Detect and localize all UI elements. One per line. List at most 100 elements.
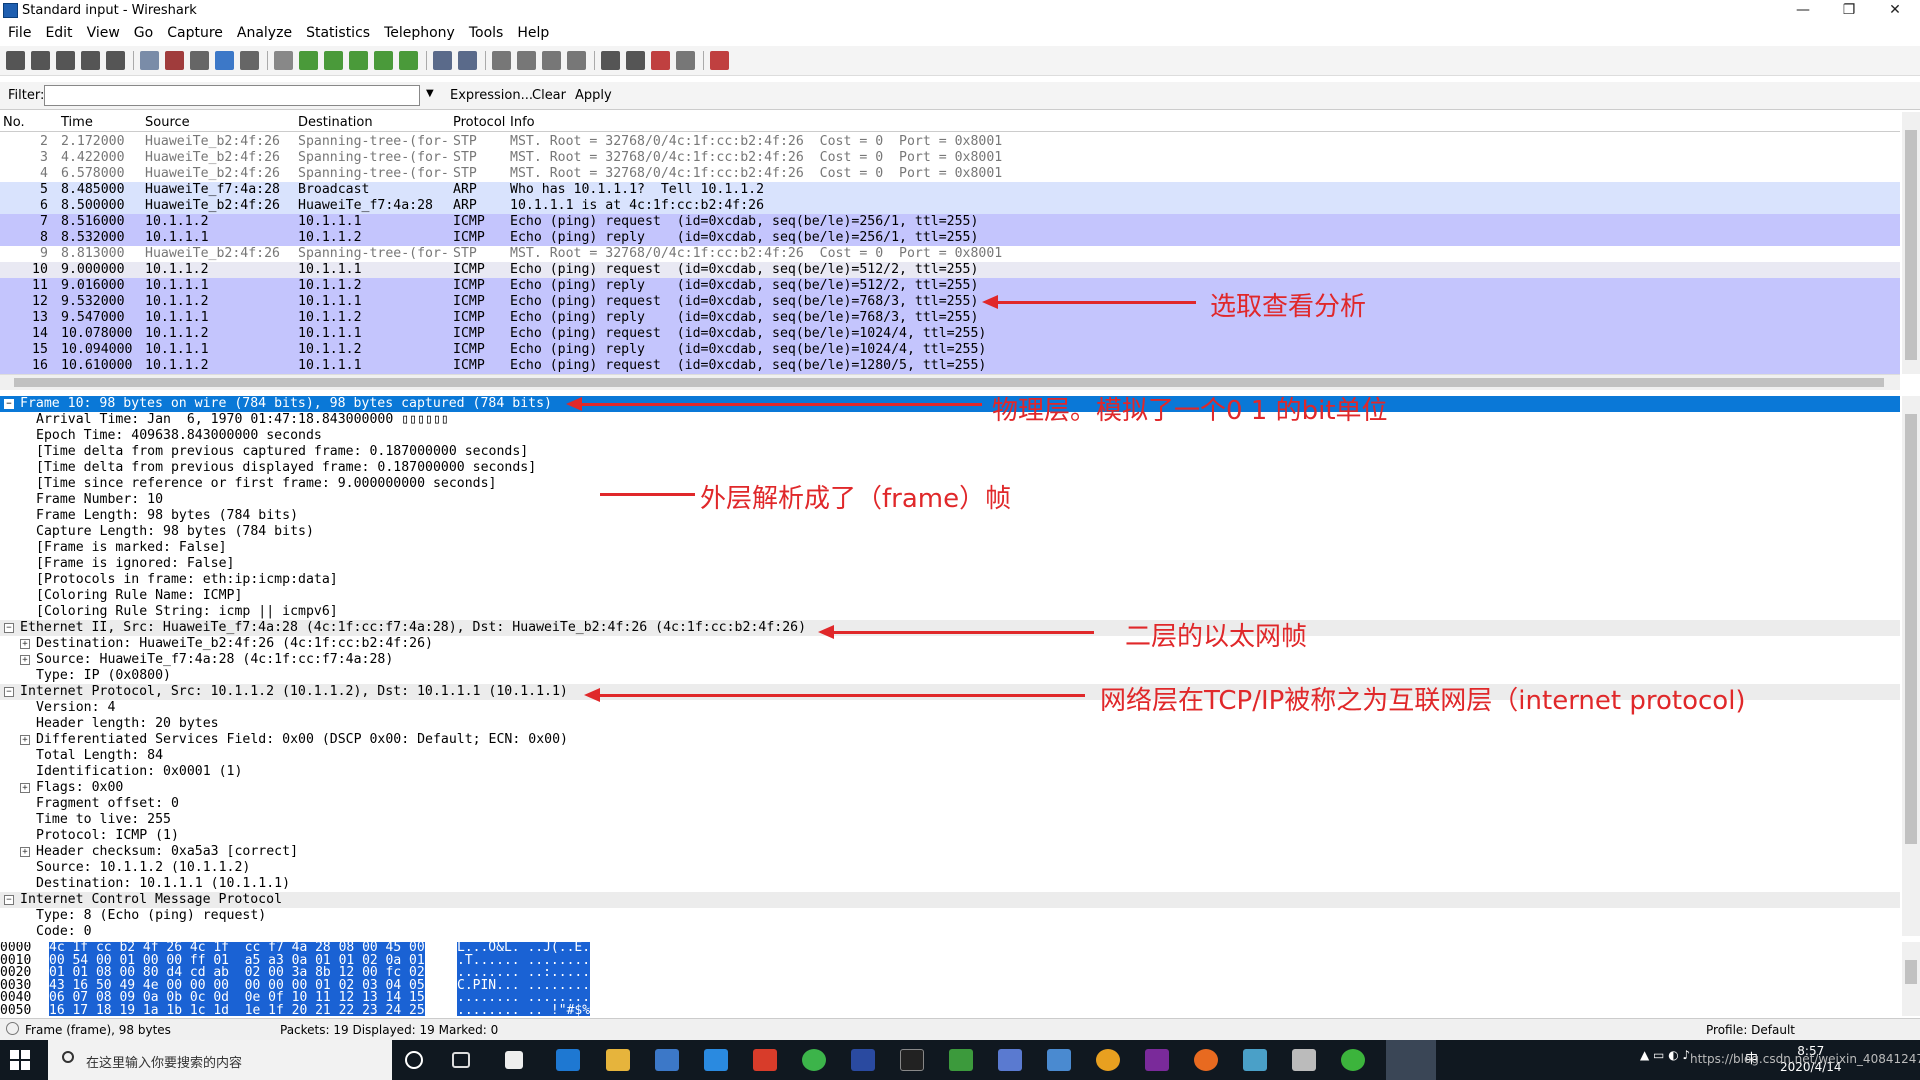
packet-row[interactable]: 9 8.813000 HuaweiTe_b2:4f:26 Spanning-tree-… — [0, 246, 1900, 262]
tree-field[interactable]: Header length: 20 bytes — [0, 716, 1900, 732]
app-icon-1[interactable] — [505, 1051, 523, 1069]
collapse-icon[interactable]: − — [4, 399, 14, 409]
clear-button[interactable]: Clear — [532, 88, 566, 103]
collapse-icon[interactable]: − — [4, 895, 14, 905]
restart-capture-icon[interactable] — [106, 51, 125, 70]
expand-icon[interactable]: + — [20, 847, 30, 857]
filter-dropdown-icon[interactable]: ▼ — [426, 88, 434, 99]
display-filters-icon[interactable] — [626, 51, 645, 70]
app-icon-4[interactable] — [1243, 1049, 1267, 1071]
interfaces-icon[interactable] — [6, 51, 25, 70]
close-button[interactable]: ✕ — [1872, 0, 1918, 22]
media-player-icon[interactable] — [1096, 1049, 1120, 1071]
column-source[interactable]: Source — [145, 115, 190, 130]
expression-button[interactable]: Expression... — [450, 88, 533, 103]
tree-field[interactable]: Fragment offset: 0 — [0, 796, 1900, 812]
reload-icon[interactable] — [215, 51, 234, 70]
bytes-vscroll[interactable] — [1902, 942, 1920, 1016]
cortana-icon[interactable] — [405, 1051, 423, 1069]
office-icon[interactable] — [753, 1049, 777, 1071]
packet-row[interactable]: 6 8.500000 HuaweiTe_b2:4f:26 HuaweiTe_f7:4a… — [0, 198, 1900, 214]
menu-analyze[interactable]: Analyze — [229, 22, 298, 41]
packet-row[interactable]: 3 4.422000 HuaweiTe_b2:4f:26 Spanning-tree-… — [0, 150, 1900, 166]
tree-field[interactable]: Protocol: ICMP (1) — [0, 828, 1900, 844]
tree-field[interactable]: [Time delta from previous displayed fram… — [0, 460, 1900, 476]
file-explorer-icon[interactable] — [606, 1049, 630, 1071]
filter-input[interactable] — [44, 85, 420, 106]
tree-field[interactable]: Type: 8 (Echo (ping) request) — [0, 908, 1900, 924]
windows-start-icon[interactable] — [10, 1050, 30, 1070]
wechat-icon[interactable] — [1341, 1049, 1365, 1071]
tree-field[interactable]: Epoch Time: 409638.843000000 seconds — [0, 428, 1900, 444]
zoom-in-icon[interactable] — [492, 51, 511, 70]
packet-list-vscroll[interactable] — [1902, 112, 1920, 374]
packet-row[interactable]: 8 8.532000 10.1.1.1 10.1.1.2 ICMP Echo (ping)… — [0, 230, 1900, 246]
packet-row[interactable]: 7 8.516000 10.1.1.2 10.1.1.1 ICMP Echo (ping)… — [0, 214, 1900, 230]
packet-list-hscroll[interactable] — [0, 374, 1900, 390]
minimize-button[interactable]: — — [1780, 0, 1826, 22]
tree-field[interactable]: [Coloring Rule String: icmp || icmpv6] — [0, 604, 1900, 620]
packet-details-tree[interactable]: − Frame 10: 98 bytes on wire (784 bits), … — [0, 396, 1900, 936]
firefox-icon[interactable] — [1194, 1049, 1218, 1071]
expand-icon[interactable]: + — [20, 639, 30, 649]
details-vscroll[interactable] — [1902, 396, 1920, 936]
menu-capture[interactable]: Capture — [159, 22, 229, 41]
tree-field[interactable]: + Destination: HuaweiTe_b2:4f:26 (4c:1f:c… — [0, 636, 1900, 652]
packet-row[interactable]: 15 10.094000 10.1.1.1 10.1.1.2 ICMP Echo (pin… — [0, 342, 1900, 358]
close-file-icon[interactable] — [190, 51, 209, 70]
mail-icon[interactable] — [704, 1049, 728, 1071]
column-info[interactable]: Info — [510, 115, 535, 130]
go-to-packet-icon[interactable] — [349, 51, 368, 70]
packet-row[interactable]: 4 6.578000 HuaweiTe_b2:4f:26 Spanning-tree-… — [0, 166, 1900, 182]
apply-button[interactable]: Apply — [575, 88, 612, 103]
hex-row[interactable]: 0050 16 17 18 19 1a 1b 1c 1d 1e 1f 20 21 … — [0, 1004, 1900, 1016]
edge-icon[interactable] — [556, 1049, 580, 1071]
browser-360-icon[interactable] — [802, 1049, 826, 1071]
menu-file[interactable]: File — [0, 22, 37, 41]
tree-section[interactable]: − Internet Control Message Protocol — [0, 892, 1900, 908]
column-destination[interactable]: Destination — [298, 115, 373, 130]
menu-edit[interactable]: Edit — [37, 22, 78, 41]
tree-field[interactable]: Capture Length: 98 bytes (784 bits) — [0, 524, 1900, 540]
last-packet-icon[interactable] — [399, 51, 418, 70]
app-icon-2[interactable] — [998, 1049, 1022, 1071]
powershell-icon[interactable] — [851, 1049, 875, 1071]
tree-field[interactable]: Identification: 0x0001 (1) — [0, 764, 1900, 780]
tree-field[interactable]: [Protocols in frame: eth:ip:icmp:data] — [0, 572, 1900, 588]
menu-help[interactable]: Help — [509, 22, 555, 41]
tree-field[interactable]: [Frame is ignored: False] — [0, 556, 1900, 572]
zoom-normal-icon[interactable] — [542, 51, 561, 70]
task-view-icon[interactable] — [452, 1052, 470, 1068]
tree-field[interactable]: Arrival Time: Jan 6, 1970 01:47:18.84300… — [0, 412, 1900, 428]
maximize-button[interactable]: ❐ — [1826, 0, 1872, 22]
coloring-rules-icon[interactable] — [651, 51, 670, 70]
tree-field[interactable]: Total Length: 84 — [0, 748, 1900, 764]
tree-field[interactable]: [Frame is marked: False] — [0, 540, 1900, 556]
notepad-icon[interactable] — [949, 1049, 973, 1071]
network-app-icon[interactable] — [1047, 1049, 1071, 1071]
tree-field[interactable]: + Flags: 0x00 — [0, 780, 1900, 796]
store-icon[interactable] — [655, 1049, 679, 1071]
packet-bytes-pane[interactable]: 0000 4c 1f cc b2 4f 26 4c 1f cc f7 4a 28 … — [0, 942, 1900, 1016]
open-file-icon[interactable] — [140, 51, 159, 70]
packet-row[interactable]: 10 9.000000 10.1.1.2 10.1.1.1 ICMP Echo (ping… — [0, 262, 1900, 278]
packet-row[interactable]: 14 10.078000 10.1.1.2 10.1.1.1 ICMP Echo (pin… — [0, 326, 1900, 342]
help-icon[interactable] — [710, 51, 729, 70]
column-time[interactable]: Time — [61, 115, 93, 130]
packet-row[interactable]: 12 9.532000 10.1.1.2 10.1.1.1 ICMP Echo (ping… — [0, 294, 1900, 310]
go-back-icon[interactable] — [299, 51, 318, 70]
menu-go[interactable]: Go — [126, 22, 159, 41]
tray-icons[interactable]: ▲ ▭ ◐ ♪ — [1640, 1048, 1690, 1062]
terminal-icon[interactable] — [900, 1049, 924, 1071]
tree-field[interactable]: + Header checksum: 0xa5a3 [correct] — [0, 844, 1900, 860]
packet-list[interactable]: 2 2.172000 HuaweiTe_b2:4f:26 Spanning-tree-… — [0, 134, 1900, 374]
tree-field[interactable]: + Differentiated Services Field: 0x00 (DS… — [0, 732, 1900, 748]
taskbar-search[interactable]: 在这里输入你要搜索的内容 — [48, 1040, 392, 1080]
tree-field[interactable]: Time to live: 255 — [0, 812, 1900, 828]
preferences-icon[interactable] — [676, 51, 695, 70]
colorize-icon[interactable] — [433, 51, 452, 70]
menu-telephony[interactable]: Telephony — [376, 22, 461, 41]
app-icon-5[interactable] — [1292, 1049, 1316, 1071]
go-forward-icon[interactable] — [324, 51, 343, 70]
collapse-icon[interactable]: − — [4, 623, 14, 633]
